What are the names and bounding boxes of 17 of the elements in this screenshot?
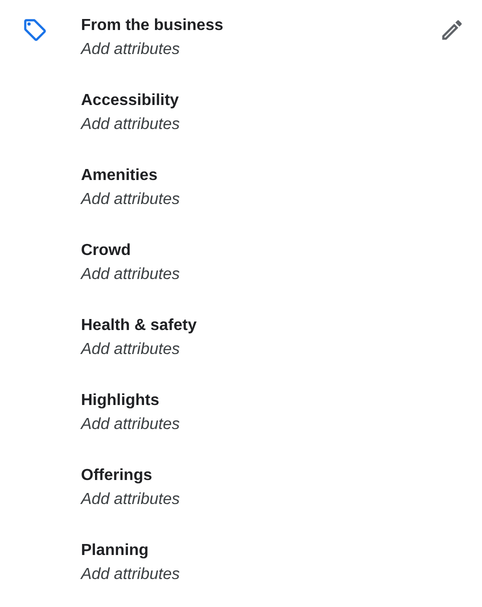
add-attributes-link[interactable]: Add attributes — [81, 263, 180, 287]
category-title: Planning — [81, 541, 149, 561]
add-attributes-link[interactable]: Add attributes — [81, 113, 180, 137]
add-attributes-link[interactable]: Add attributes — [81, 563, 180, 587]
section-title: From the business — [81, 16, 224, 36]
category-title: Accessibility — [81, 91, 179, 111]
category-title: Health & safety — [81, 316, 197, 336]
add-attributes-link[interactable]: Add attributes — [81, 188, 180, 212]
category-title: Amenities — [81, 166, 158, 186]
category-title: Highlights — [81, 391, 160, 411]
add-attributes-link[interactable]: Add attributes — [81, 488, 180, 512]
add-attributes-link[interactable]: Add attributes — [81, 338, 180, 362]
category-title: Crowd — [81, 241, 131, 261]
tag-icon — [22, 17, 48, 43]
add-attributes-link[interactable]: Add attributes — [81, 413, 180, 437]
category-title: Offerings — [81, 466, 152, 486]
add-attributes-link[interactable]: Add attributes — [81, 38, 180, 62]
